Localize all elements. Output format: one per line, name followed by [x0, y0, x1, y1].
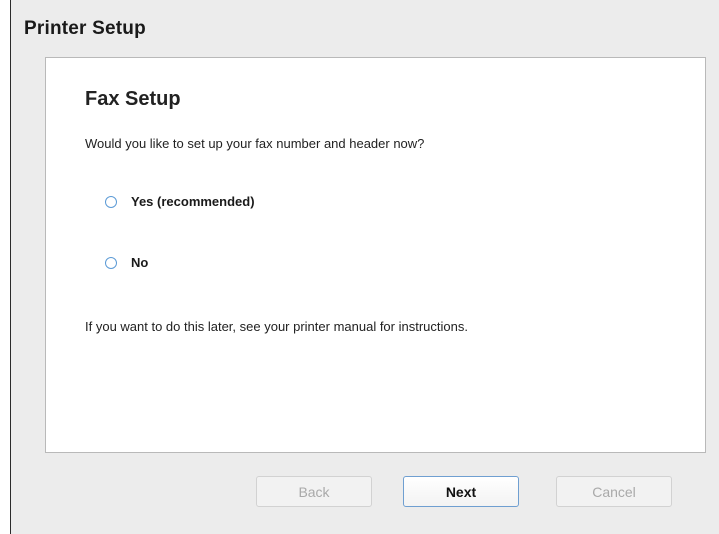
next-button[interactable]: Next — [403, 476, 519, 507]
radio-option-yes[interactable]: Yes (recommended) — [105, 194, 255, 209]
radio-button-icon[interactable] — [105, 195, 117, 208]
radio-option-no[interactable]: No — [105, 255, 148, 270]
printer-setup-window: Printer Setup Fax Setup Would you like t… — [10, 0, 719, 534]
window-title: Printer Setup — [24, 18, 146, 39]
radio-label-yes[interactable]: Yes (recommended) — [131, 194, 255, 209]
fax-setup-question: Would you like to set up your fax number… — [85, 136, 425, 151]
radio-button-icon[interactable] — [105, 256, 117, 269]
cancel-button[interactable]: Cancel — [556, 476, 672, 507]
back-button[interactable]: Back — [256, 476, 372, 507]
radio-label-no[interactable]: No — [131, 255, 148, 270]
later-instructions-note: If you want to do this later, see your p… — [85, 319, 468, 334]
panel-heading: Fax Setup — [85, 88, 181, 110]
fax-setup-panel: Fax Setup Would you like to set up your … — [45, 57, 706, 453]
